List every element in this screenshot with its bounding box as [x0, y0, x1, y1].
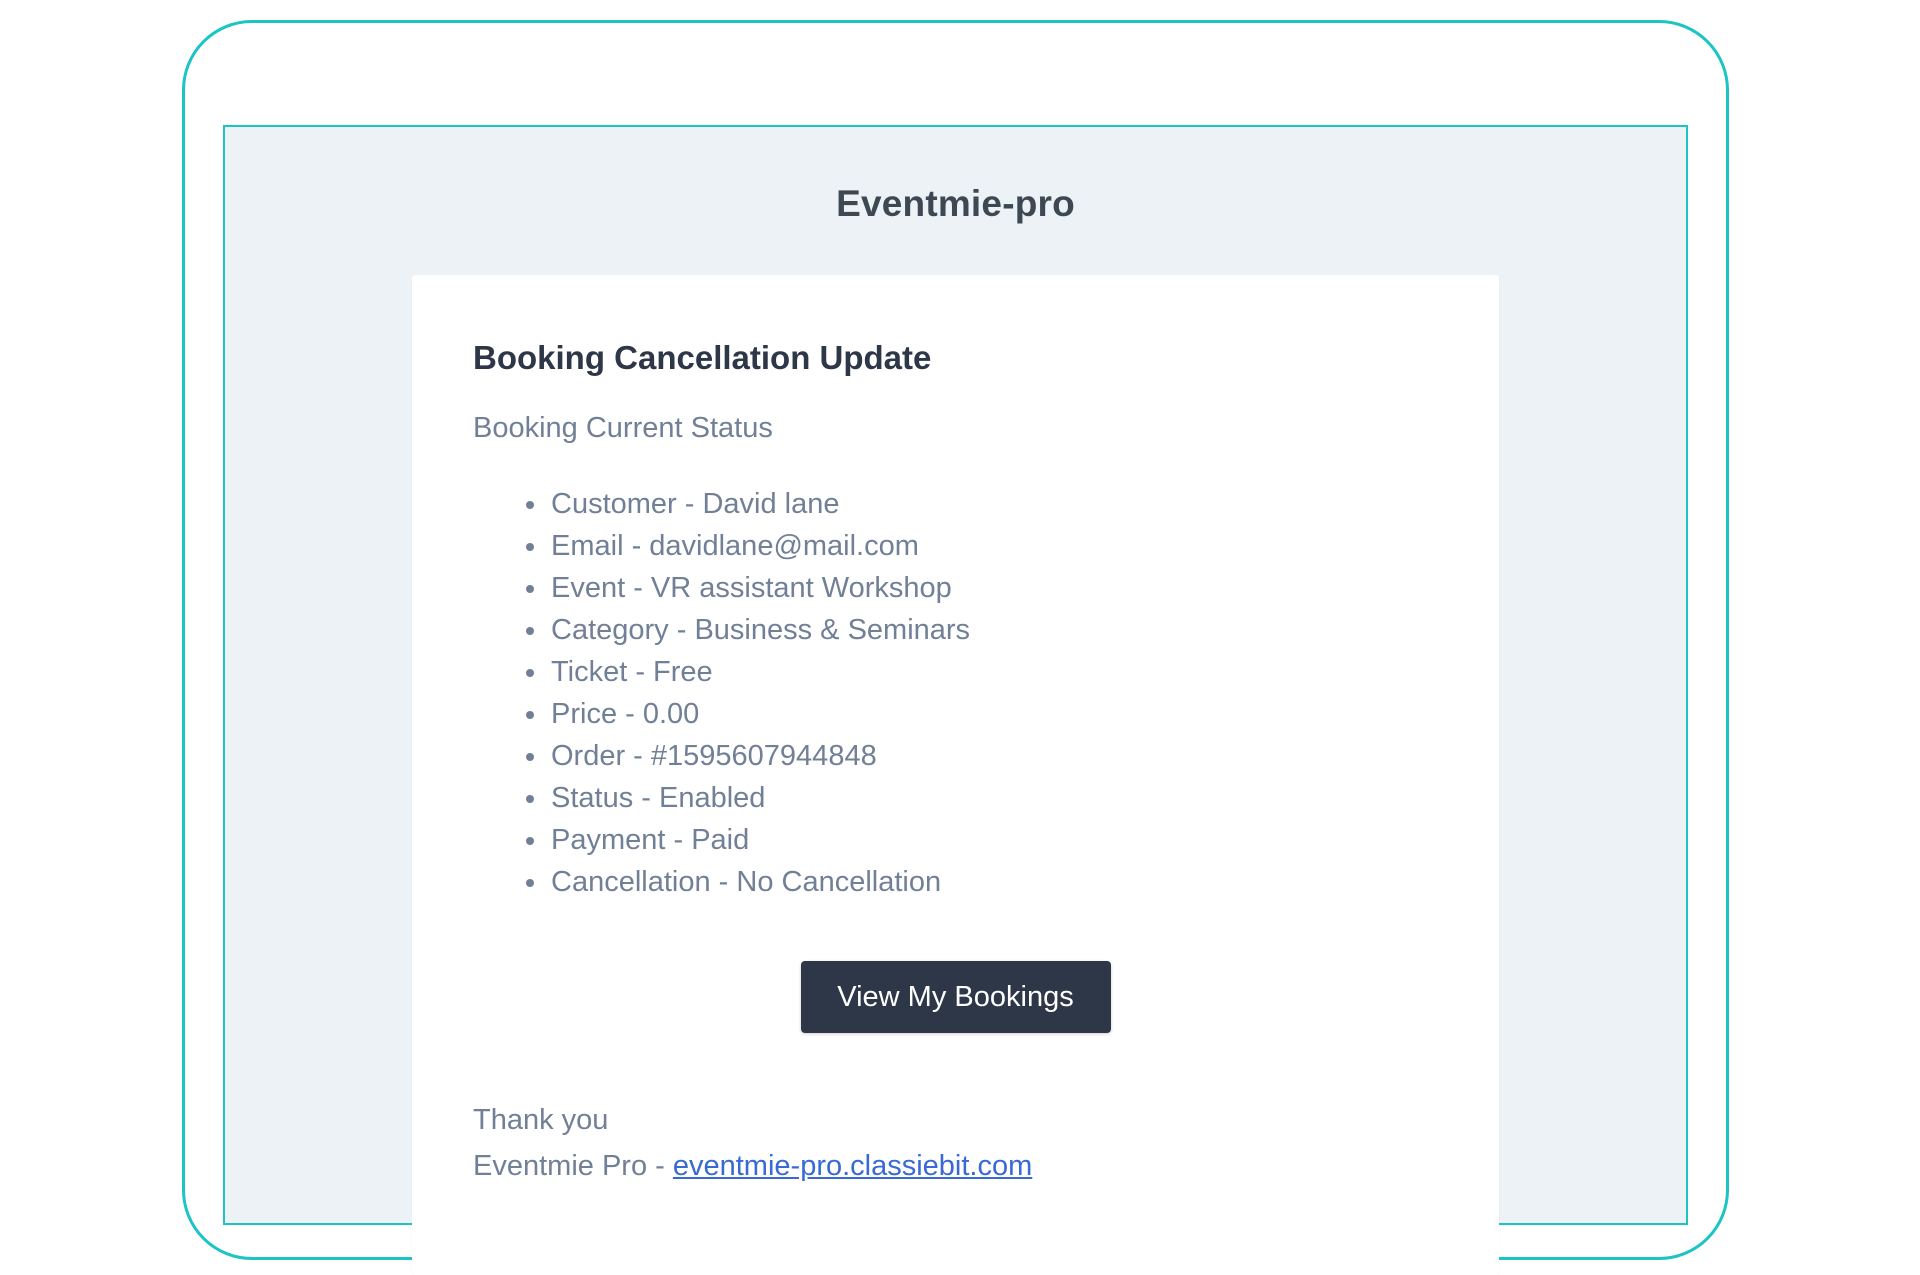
signature-line: Eventmie Pro - eventmie-pro.classiebit.c…	[473, 1143, 1438, 1189]
website-link[interactable]: eventmie-pro.classiebit.com	[673, 1150, 1032, 1182]
email-card: Booking Cancellation Update Booking Curr…	[412, 275, 1499, 1275]
detail-payment: Payment - Paid	[549, 819, 1438, 861]
email-screen: Eventmie-pro Booking Cancellation Update…	[223, 125, 1688, 1275]
booking-status-label: Booking Current Status	[473, 412, 773, 444]
detail-price: Price - 0.00	[549, 693, 1438, 735]
signature-name: Eventmie Pro -	[473, 1150, 665, 1182]
detail-order: Order - #1595607944848	[549, 735, 1438, 777]
brand-header[interactable]: Eventmie-pro	[225, 183, 1686, 225]
booking-details-list: Customer - David lane Email - davidlane@…	[473, 483, 1438, 903]
detail-ticket: Ticket - Free	[549, 651, 1438, 693]
thank-you-text: Thank you	[473, 1104, 609, 1136]
detail-category: Category - Business & Seminars	[549, 609, 1438, 651]
detail-cancellation: Cancellation - No Cancellation	[549, 861, 1438, 903]
detail-status: Status - Enabled	[549, 777, 1438, 819]
button-row: View My Bookings	[473, 961, 1438, 1033]
detail-customer: Customer - David lane	[549, 483, 1438, 525]
detail-event: Event - VR assistant Workshop	[549, 567, 1438, 609]
email-heading: Booking Cancellation Update	[473, 339, 932, 376]
detail-email: Email - davidlane@mail.com	[549, 525, 1438, 567]
email-signoff: Thank you Eventmie Pro - eventmie-pro.cl…	[473, 1097, 1438, 1189]
view-my-bookings-button[interactable]: View My Bookings	[800, 961, 1111, 1033]
